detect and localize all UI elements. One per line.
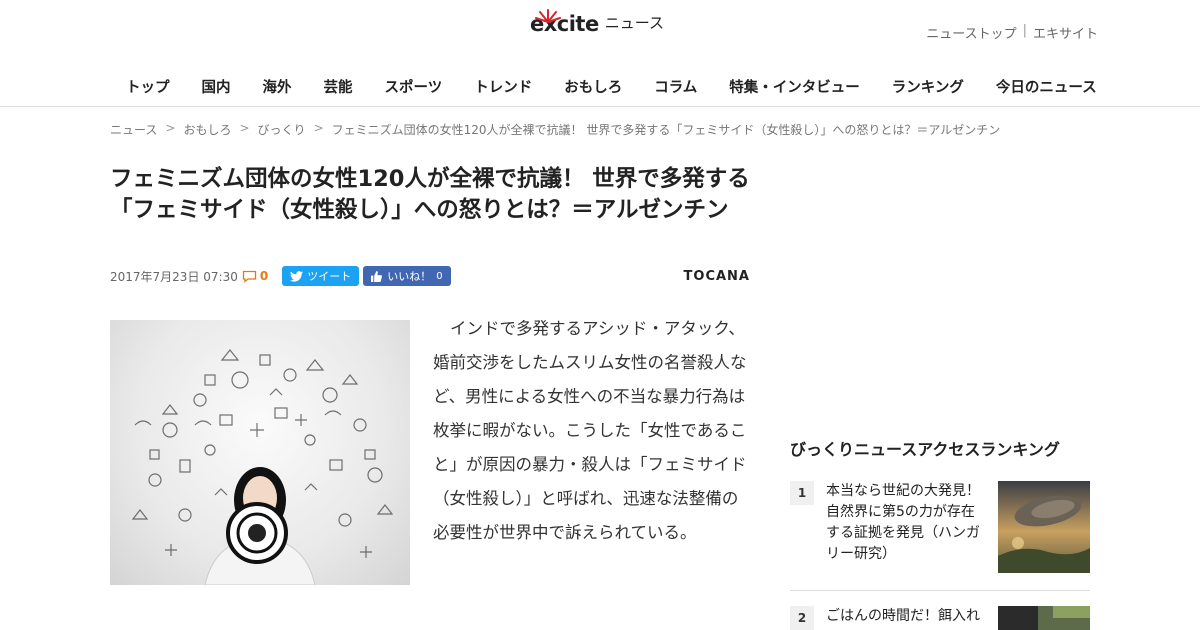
twitter-bird-icon (290, 270, 304, 282)
rank-thumbnail[interactable] (998, 606, 1090, 630)
ranking-title: びっくりニュースアクセスランキング (790, 440, 1060, 459)
nav-item-sports[interactable]: スポーツ (369, 68, 459, 105)
meteor-landscape-thumbnail (998, 481, 1090, 573)
site-header: excite ニュース ニューストップ | エキサイト トップ 国内 海外 芸能… (0, 0, 1200, 107)
breadcrumb-separator: > (165, 121, 176, 135)
top-links: ニューストップ | エキサイト (926, 23, 1098, 42)
animal-photo-thumbnail (998, 606, 1090, 630)
article-date: 2017年7月23日 07:30 (110, 269, 238, 284)
link-news-top[interactable]: ニューストップ (926, 23, 1016, 42)
megaphone (226, 502, 288, 564)
ranking-item[interactable]: 2 ごはんの時間だ！餌入れ (790, 606, 1090, 630)
breadcrumb-separator: > (313, 121, 324, 135)
nav-item-entertainment[interactable]: 芸能 (308, 68, 369, 105)
article-title: フェミニズム団体の女性120人が全裸で抗議！ 世界で多発する「フェミサイド（女性… (110, 166, 750, 223)
article-photo (110, 320, 410, 585)
rank-headline[interactable]: 本当なら世紀の大発見！自然界に第5の力が存在する証拠を発見（ハンガリー研究） (826, 481, 986, 565)
breadcrumb-surprise[interactable]: びっくり (258, 121, 306, 138)
breadcrumb-separator: > (239, 121, 250, 135)
comment-count: 0 (259, 269, 269, 283)
main-nav: トップ 国内 海外 芸能 スポーツ トレンド おもしろ コラム 特集・インタビュ… (110, 68, 1113, 105)
comment-link[interactable]: 0 (242, 269, 268, 283)
breadcrumb: ニュース > おもしろ > びっくり > フェミニズム団体の女性120人が全裸で… (110, 121, 1000, 138)
like-label: いいね！ (387, 270, 432, 283)
link-excite[interactable]: エキサイト (1033, 23, 1098, 42)
nav-item-today[interactable]: 今日のニュース (980, 68, 1113, 105)
rank-number: 1 (790, 481, 814, 505)
breadcrumb-news[interactable]: ニュース (110, 121, 157, 138)
nav-item-trend[interactable]: トレンド (458, 68, 548, 105)
nav-item-domestic[interactable]: 国内 (186, 68, 247, 105)
ranking-divider (790, 590, 1090, 591)
breadcrumb-funny[interactable]: おもしろ (183, 121, 231, 138)
tweet-label: ツイート (307, 270, 352, 283)
like-count: 0 (436, 270, 443, 282)
article-body: インドで多発するアシッド・アタック、婚前交渉をしたムスリム女性の名誉殺人など、男… (433, 319, 747, 542)
rank-headline[interactable]: ごはんの時間だ！餌入れ (826, 606, 986, 630)
nav-item-column[interactable]: コラム (638, 68, 713, 105)
logo-spark-icon (535, 9, 561, 23)
logo-news-text: ニュース (604, 14, 664, 32)
nav-item-funny[interactable]: おもしろ (548, 68, 638, 105)
nav-item-ranking[interactable]: ランキング (876, 68, 980, 105)
nav-item-top[interactable]: トップ (110, 68, 186, 105)
rank-thumbnail[interactable] (998, 481, 1090, 573)
breadcrumb-current: フェミニズム団体の女性120人が全裸で抗議！ 世界で多発する「フェミサイド（女性… (331, 123, 1001, 137)
rank-number: 2 (790, 606, 814, 630)
tweet-button[interactable]: ツイート (282, 266, 360, 286)
comment-icon (242, 270, 256, 283)
excite-news-logo[interactable]: excite ニュース (530, 9, 664, 36)
thumbs-up-icon (371, 270, 383, 282)
article-meta: 2017年7月23日 07:30 0 ツイート いいね！ 0 TOCANA (110, 266, 750, 286)
facebook-like-button[interactable]: いいね！ 0 (363, 266, 451, 286)
nav-item-overseas[interactable]: 海外 (247, 68, 308, 105)
ranking-item[interactable]: 1 本当なら世紀の大発見！自然界に第5の力が存在する証拠を発見（ハンガリー研究） (790, 481, 1090, 573)
nav-item-features[interactable]: 特集・インタビュー (713, 68, 876, 105)
megaphone-illustration (131, 349, 394, 585)
logo-brand: excite (530, 9, 599, 36)
link-separator: | (1022, 23, 1027, 38)
source-logo-tocana[interactable]: TOCANA (684, 269, 750, 284)
